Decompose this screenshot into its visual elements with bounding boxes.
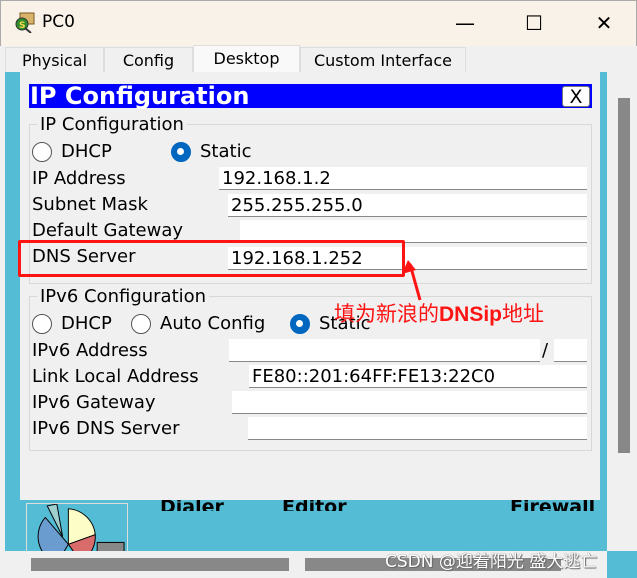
window-title: PC0 — [42, 12, 75, 32]
ipv6-dns-server-label: IPv6 DNS Server — [32, 418, 180, 439]
tab-config[interactable]: Config — [104, 47, 193, 73]
tab-desktop[interactable]: Desktop — [193, 45, 300, 73]
pie-chart-app-icon[interactable] — [26, 503, 128, 553]
maximize-button[interactable]: ☐ — [514, 8, 554, 38]
ipv6-address-label: IPv6 Address — [32, 340, 148, 361]
ipv6-auto-config-radio[interactable] — [131, 314, 151, 334]
tab-physical[interactable]: Physical — [5, 47, 104, 73]
ipv4-dhcp-radio[interactable] — [32, 142, 52, 162]
prefix-separator: / — [542, 340, 549, 361]
ip-address-label: IP Address — [32, 168, 126, 189]
link-local-address-label: Link Local Address — [32, 366, 199, 387]
vertical-scrollbar-thumb[interactable] — [618, 98, 630, 453]
ipv6-address-input[interactable] — [229, 339, 540, 362]
default-gateway-label: Default Gateway — [32, 220, 184, 241]
minimize-button[interactable]: — — [445, 8, 485, 38]
tab-custom-interface[interactable]: Custom Interface — [300, 47, 466, 73]
ipv6-gateway-label: IPv6 Gateway — [32, 392, 156, 413]
corner — [607, 551, 637, 578]
annotation-text-a: 填为新浪的 — [334, 302, 439, 326]
annotation-text: 填为新浪的DNSip地址 — [334, 298, 544, 328]
dialog-close-button[interactable]: X — [562, 86, 590, 107]
ipv6-prefix-input[interactable] — [554, 339, 587, 362]
horizontal-scrollbar-left[interactable] — [31, 558, 289, 571]
ipv4-legend: IP Configuration — [37, 114, 187, 135]
ipv6-legend: IPv6 Configuration — [37, 286, 210, 307]
svg-text:S: S — [19, 21, 25, 31]
annotation-text-b: DNSip — [439, 303, 502, 326]
ipv4-dhcp-label[interactable]: DHCP — [61, 141, 112, 162]
annotation-text-c: 地址 — [502, 302, 544, 326]
ip-address-input[interactable]: 192.168.1.2 — [219, 167, 587, 190]
annotation-arrow-icon — [402, 260, 422, 301]
ipv6-dhcp-radio[interactable] — [32, 314, 52, 334]
ipv4-static-label[interactable]: Static — [200, 141, 251, 162]
packet-tracer-pc-icon: S — [15, 12, 35, 33]
ipv6-dns-server-input[interactable] — [248, 417, 587, 440]
link-local-address-input[interactable]: FE80::201:64FF:FE13:22C0 — [249, 365, 587, 388]
ipv4-static-radio[interactable] — [171, 142, 191, 162]
subnet-mask-input[interactable]: 255.255.255.0 — [228, 194, 587, 217]
subnet-mask-label: Subnet Mask — [32, 194, 148, 215]
ipv6-gateway-input[interactable] — [232, 391, 587, 414]
ipv6-auto-config-label[interactable]: Auto Config — [160, 313, 265, 334]
highlight-box — [18, 240, 405, 277]
watermark: CSDN @迎着阳光 盛大逃亡 — [385, 552, 598, 572]
dialog-title: IP Configuration — [29, 84, 592, 109]
ipv6-dhcp-label[interactable]: DHCP — [61, 313, 112, 334]
close-window-button[interactable]: ✕ — [584, 8, 624, 38]
ipv6-static-radio[interactable] — [290, 314, 310, 334]
